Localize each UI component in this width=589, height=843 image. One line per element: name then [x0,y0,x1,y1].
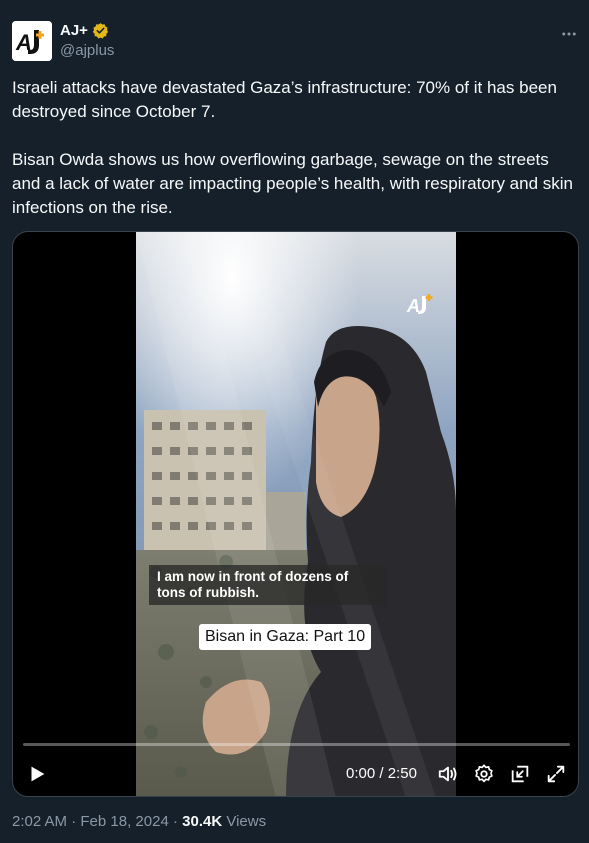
video-frame[interactable]: A I am now in front of dozens of tons of… [136,232,456,796]
author-handle[interactable]: @ajplus [60,42,114,59]
tweet-text: Israeli attacks have devastated Gaza’s i… [12,76,577,220]
tweet-paragraph-2: Bisan Owda shows us how overflowing garb… [12,150,573,217]
tweet-date[interactable]: Feb 18, 2024 [80,813,168,830]
verified-badge-icon [92,22,109,39]
meta-dot: · [71,813,77,830]
author-name[interactable]: AJ+ [60,22,88,39]
time-separator: / [379,765,384,782]
current-time: 0:00 [346,765,376,782]
play-icon[interactable] [25,762,49,786]
views-label: Views [226,813,267,830]
video-progress-bar[interactable] [23,743,570,746]
meta-dot: · [172,813,178,830]
picture-in-picture-icon[interactable] [508,762,532,786]
views-count: 30.4K [182,813,223,830]
fullscreen-icon[interactable] [544,762,568,786]
settings-gear-icon[interactable] [472,762,496,786]
video-title-badge: Bisan in Gaza: Part 10 [199,624,372,650]
tweet-header: A AJ+ @ajplus [12,20,579,62]
video-caption: I am now in front of dozens of tons of r… [149,565,386,605]
volume-icon[interactable] [436,762,460,786]
aj-plus-logo-icon: A [12,21,52,61]
aj-plus-watermark-icon: A [406,290,436,318]
svg-text:A: A [406,296,420,316]
video-time: 0:00 / 2:50 [346,765,417,782]
tweet-paragraph-1: Israeli attacks have devastated Gaza’s i… [12,78,557,121]
video-player[interactable]: A I am now in front of dozens of tons of… [12,231,579,797]
tweet-time[interactable]: 2:02 AM [12,813,67,830]
video-controls: 0:00 / 2:50 [13,756,578,792]
tweet-meta: 2:02 AM · Feb 18, 2024 · 30.4K Views [12,813,266,830]
author-name-row: AJ+ [60,22,109,39]
more-options-icon[interactable] [559,24,579,44]
duration: 2:50 [387,765,417,782]
avatar[interactable]: A [12,21,52,61]
